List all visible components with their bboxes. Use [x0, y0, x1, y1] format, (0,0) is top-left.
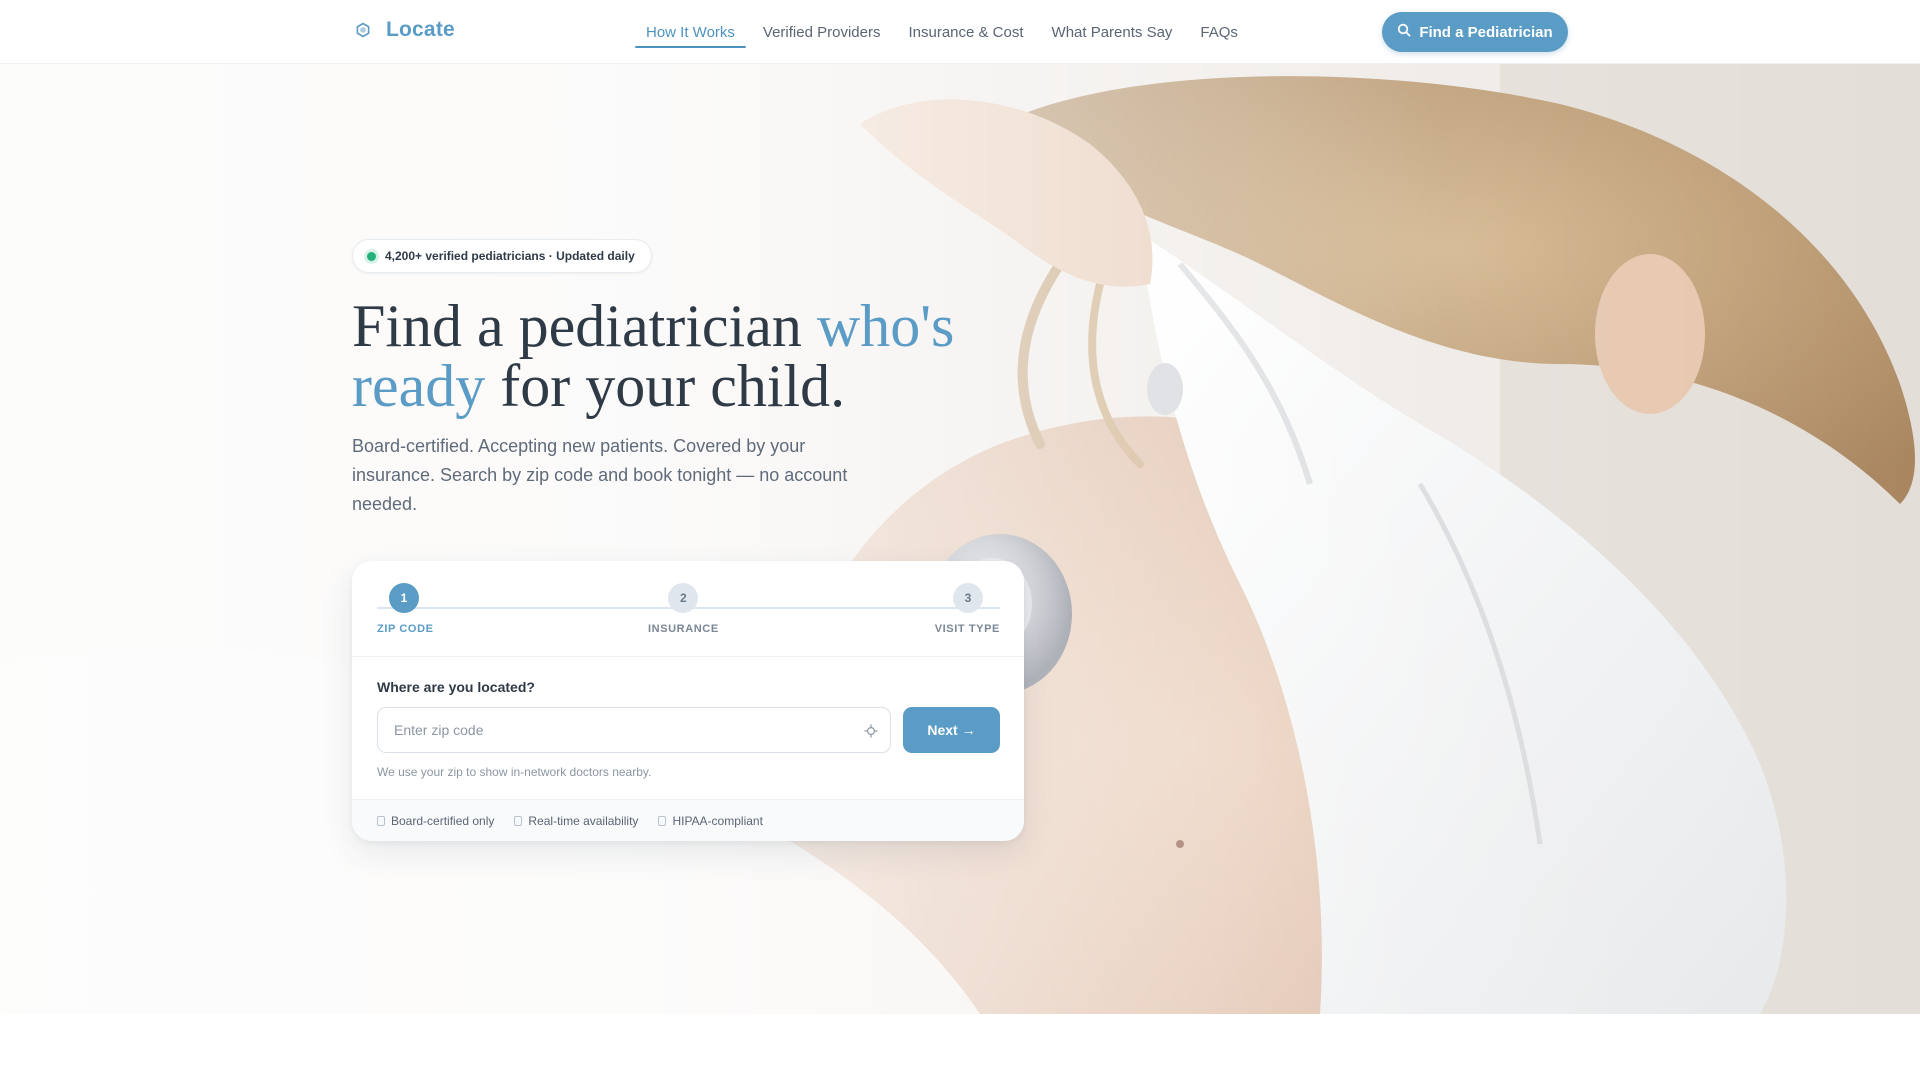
- feature-hipaa: HIPAA-compliant: [658, 813, 763, 828]
- headline-part-1: Find a pediatrician: [352, 293, 817, 359]
- location-question: Where are you located?: [377, 679, 535, 695]
- step-number: 1: [389, 583, 419, 613]
- nav-how-it-works[interactable]: How It Works: [632, 0, 749, 64]
- brand-name: Locate: [386, 18, 455, 41]
- feature-label: HIPAA-compliant: [672, 813, 763, 828]
- verified-count-badge: 4,200+ verified pediatricians · Updated …: [352, 239, 652, 273]
- clock-icon: [514, 815, 523, 826]
- feature-label: Real-time availability: [528, 813, 639, 828]
- step-label: ZIP CODE: [377, 623, 434, 635]
- find-pediatrician-label: Find a Pediatrician: [1419, 23, 1553, 41]
- search-icon: [1397, 23, 1411, 41]
- find-pediatrician-button[interactable]: Find a Pediatrician: [1382, 12, 1568, 52]
- hero-section: 4,200+ verified pediatricians · Updated …: [0, 64, 1920, 1014]
- step-zip-code[interactable]: 1 ZIP CODE: [377, 583, 434, 635]
- headline-part-2: for your child.: [485, 353, 846, 419]
- brand-logo[interactable]: Locate: [352, 18, 455, 42]
- main-nav: How It Works Verified Providers Insuranc…: [632, 0, 1252, 64]
- shield-icon: [377, 815, 385, 826]
- zip-hint: We use your zip to show in-network docto…: [377, 765, 652, 779]
- step-label: INSURANCE: [648, 623, 719, 635]
- next-button[interactable]: Next →: [903, 707, 1000, 753]
- nav-verified-providers[interactable]: Verified Providers: [749, 0, 895, 64]
- step-progress: 1 ZIP CODE 2 INSURANCE 3 VISIT TYPE: [377, 583, 1000, 638]
- step-insurance[interactable]: 2 INSURANCE: [648, 583, 719, 635]
- zip-code-input[interactable]: [394, 708, 854, 752]
- feature-real-time: Real-time availability: [514, 814, 638, 828]
- search-card: 1 ZIP CODE 2 INSURANCE 3 VISIT TYPE Wher…: [352, 561, 1024, 841]
- step-number: 2: [668, 583, 699, 613]
- nav-faqs[interactable]: FAQs: [1186, 0, 1252, 64]
- hexagon-logo-icon: [352, 19, 374, 41]
- step-visit-type[interactable]: 3 VISIT TYPE: [935, 583, 1000, 635]
- lock-icon: [658, 815, 667, 826]
- feature-board-certified: Board-certified only: [377, 814, 494, 828]
- live-status-dot: [367, 251, 376, 261]
- trust-features: Board-certified only Real-time availabil…: [352, 799, 1024, 841]
- feature-label: Board-certified only: [391, 813, 495, 828]
- hero-subtext: Board-certified. Accepting new patients.…: [352, 436, 848, 514]
- nav-insurance-cost[interactable]: Insurance & Cost: [894, 0, 1037, 64]
- card-divider: [352, 656, 1024, 657]
- hero-headline: Find a pediatrician who's ready for your…: [352, 296, 1052, 416]
- nav-what-parents-say[interactable]: What Parents Say: [1038, 0, 1187, 64]
- crosshair-icon[interactable]: [862, 722, 880, 740]
- zip-code-field[interactable]: [377, 707, 891, 753]
- hero-overlay: [0, 64, 1920, 1014]
- badge-text: 4,200+ verified pediatricians · Updated …: [385, 249, 635, 263]
- step-label: VISIT TYPE: [934, 623, 1000, 635]
- site-header: Locate How It Works Verified Providers I…: [0, 0, 1920, 64]
- step-number: 3: [953, 583, 983, 613]
